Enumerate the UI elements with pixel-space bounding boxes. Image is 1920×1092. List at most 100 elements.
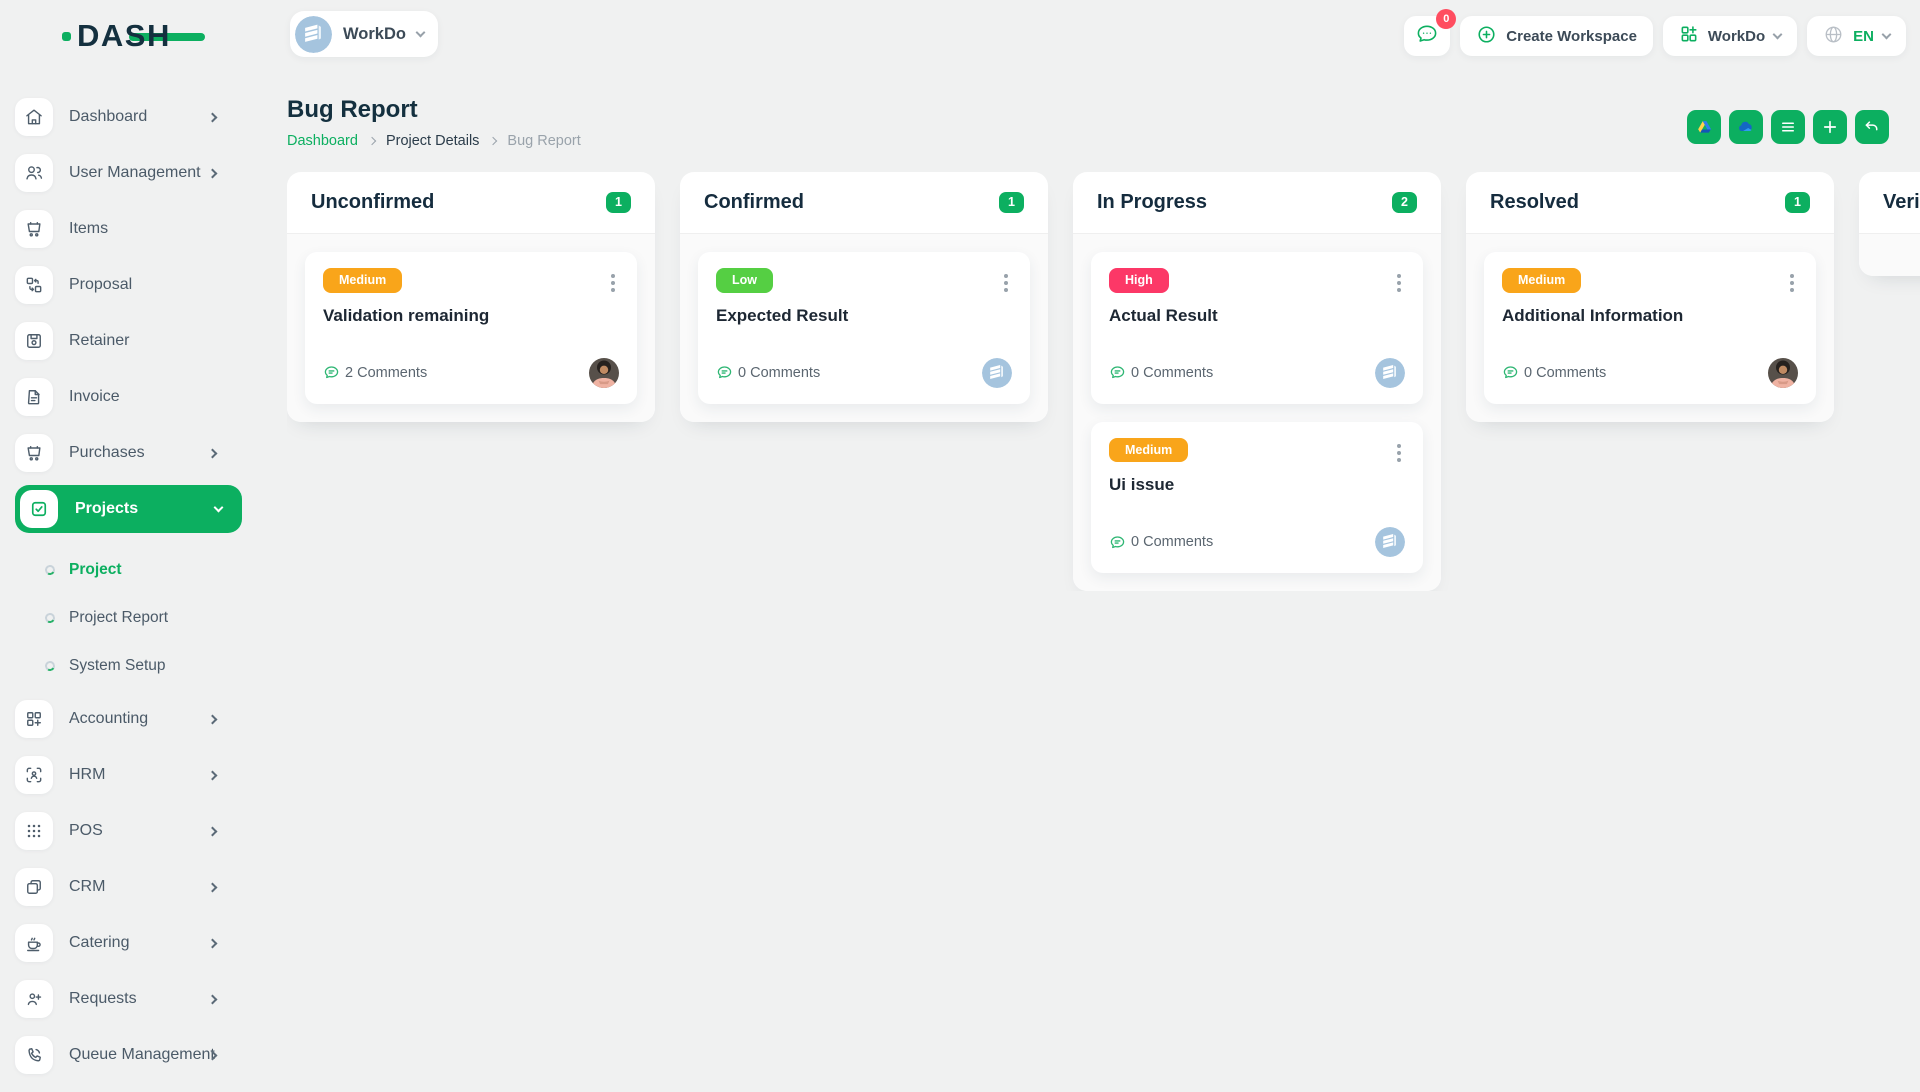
- sidebar-item-invoice[interactable]: Invoice: [15, 378, 242, 416]
- column-header: Confirmed 1: [680, 172, 1048, 234]
- workspace-switcher[interactable]: WorkDo: [290, 11, 438, 57]
- back-button[interactable]: [1855, 110, 1889, 144]
- sidebar-nav: Dashboard User Management Items: [0, 72, 257, 1092]
- chevron-right-icon: [208, 714, 218, 724]
- column-count-badge: 1: [999, 192, 1024, 213]
- column-title: Unconfirmed: [311, 191, 434, 214]
- chevron-down-icon: [416, 27, 426, 37]
- comments-count[interactable]: 0 Comments: [1109, 364, 1213, 381]
- list-icon: [1779, 118, 1797, 136]
- sidebar-item-pos[interactable]: POS: [15, 812, 242, 850]
- card-menu-button[interactable]: [1790, 268, 1798, 292]
- task-card[interactable]: Low Expected Result 0 Comments: [698, 252, 1030, 404]
- sidebar-item-projects[interactable]: Projects: [15, 485, 242, 533]
- task-card[interactable]: High Actual Result 0 Comments: [1091, 252, 1423, 404]
- comment-icon: [1109, 364, 1126, 381]
- comments-count[interactable]: 2 Comments: [323, 364, 427, 381]
- card-menu-button[interactable]: [1397, 268, 1405, 292]
- comments-count[interactable]: 0 Comments: [716, 364, 820, 381]
- chevron-right-icon: [208, 826, 218, 836]
- sidebar-item-queue-management[interactable]: Queue Management: [15, 1036, 242, 1074]
- priority-badge: Low: [716, 268, 773, 293]
- assignee-avatar[interactable]: [1375, 527, 1405, 557]
- create-workspace-button[interactable]: Create Workspace: [1460, 16, 1653, 56]
- assignee-avatar[interactable]: [1768, 358, 1798, 388]
- breadcrumb-project-details-link[interactable]: Project Details: [386, 133, 479, 149]
- main-content: Bug Report Dashboard Project Details Bug…: [287, 72, 1920, 1080]
- card-menu-button[interactable]: [611, 268, 619, 292]
- card-title: Expected Result: [716, 306, 1012, 326]
- document-icon: [15, 378, 53, 416]
- globe-icon: [1823, 24, 1844, 49]
- sidebar-item-requests[interactable]: Requests: [15, 980, 242, 1018]
- sidebar-item-crm[interactable]: CRM: [15, 868, 242, 906]
- home-icon: [15, 98, 53, 136]
- onedrive-button[interactable]: [1729, 110, 1763, 144]
- breadcrumb-dashboard-link[interactable]: Dashboard: [287, 133, 358, 149]
- column-body: Low Expected Result 0 Comments: [680, 234, 1048, 422]
- sidebar-subitem-project-report[interactable]: Project Report: [15, 594, 257, 642]
- add-stage-button[interactable]: [1813, 110, 1847, 144]
- column-header: Resolved 1: [1466, 172, 1834, 234]
- sidebar-item-label: Invoice: [69, 388, 120, 406]
- sidebar-item-label: Purchases: [69, 444, 145, 462]
- assignee-avatar[interactable]: [589, 358, 619, 388]
- priority-badge: Medium: [1502, 268, 1581, 293]
- google-drive-button[interactable]: [1687, 110, 1721, 144]
- comments-count[interactable]: 0 Comments: [1502, 364, 1606, 381]
- sidebar-item-label: HRM: [69, 766, 105, 784]
- save-icon: [15, 322, 53, 360]
- sidebar-subitem-system-setup[interactable]: System Setup: [15, 642, 257, 690]
- task-card[interactable]: Medium Validation remaining 2 Comments: [305, 252, 637, 404]
- sidebar-item-dashboard[interactable]: Dashboard: [15, 98, 242, 136]
- plus-circle-icon: [1476, 24, 1497, 49]
- assignee-avatar[interactable]: [1375, 358, 1405, 388]
- priority-badge: Medium: [1109, 438, 1188, 463]
- sidebar-item-label: Requests: [69, 990, 137, 1008]
- logo-accent-dot: [62, 32, 71, 41]
- card-menu-button[interactable]: [1397, 438, 1405, 462]
- sidebar-item-label: Projects: [75, 500, 138, 518]
- sidebar-item-purchases[interactable]: Purchases: [15, 434, 242, 472]
- user-plus-icon: [15, 980, 53, 1018]
- sidebar-item-label: Proposal: [69, 276, 132, 294]
- overlap-squares-icon: [15, 868, 53, 906]
- chat-icon: [1415, 22, 1439, 50]
- card-menu-button[interactable]: [1004, 268, 1012, 292]
- sidebar-item-items[interactable]: Items: [15, 210, 242, 248]
- messages-button[interactable]: 0: [1404, 16, 1450, 56]
- coffee-cup-icon: [15, 924, 53, 962]
- chevron-down-icon: [1773, 29, 1783, 39]
- comment-icon: [1502, 364, 1519, 381]
- comments-count[interactable]: 0 Comments: [1109, 534, 1213, 551]
- sidebar-item-catering[interactable]: Catering: [15, 924, 242, 962]
- sidebar-subitem-project[interactable]: Project: [15, 546, 257, 594]
- comment-icon: [323, 364, 340, 381]
- language-label: EN: [1853, 28, 1874, 45]
- brand-logo[interactable]: DASH: [62, 19, 171, 53]
- bullet-icon: [44, 660, 56, 672]
- sidebar-item-label: POS: [69, 822, 103, 840]
- priority-badge: Medium: [323, 268, 402, 293]
- kanban-column-confirmed: Confirmed 1 Low Expected Result: [680, 172, 1048, 422]
- sidebar-item-label: Accounting: [69, 710, 148, 728]
- task-card[interactable]: Medium Additional Information 0 Comments: [1484, 252, 1816, 404]
- onedrive-icon: [1736, 117, 1756, 137]
- workspace-menu-button[interactable]: WorkDo: [1663, 16, 1797, 56]
- sidebar-item-proposal[interactable]: Proposal: [15, 266, 242, 304]
- list-view-button[interactable]: [1771, 110, 1805, 144]
- comment-icon: [1109, 534, 1126, 551]
- column-title: Resolved: [1490, 191, 1579, 214]
- sidebar-item-label: Queue Management: [69, 1046, 215, 1064]
- assignee-avatar[interactable]: [982, 358, 1012, 388]
- task-card[interactable]: Medium Ui issue 0 Comments: [1091, 422, 1423, 574]
- grid-plus-icon: [1679, 24, 1699, 48]
- sidebar-item-hrm[interactable]: HRM: [15, 756, 242, 794]
- language-selector[interactable]: EN: [1807, 16, 1906, 56]
- sidebar-item-retainer[interactable]: Retainer: [15, 322, 242, 360]
- sidebar-item-label: Retainer: [69, 332, 129, 350]
- page-title: Bug Report: [287, 96, 1920, 124]
- chevron-right-icon: [208, 770, 218, 780]
- sidebar-item-accounting[interactable]: Accounting: [15, 700, 242, 738]
- sidebar-item-user-management[interactable]: User Management: [15, 154, 242, 192]
